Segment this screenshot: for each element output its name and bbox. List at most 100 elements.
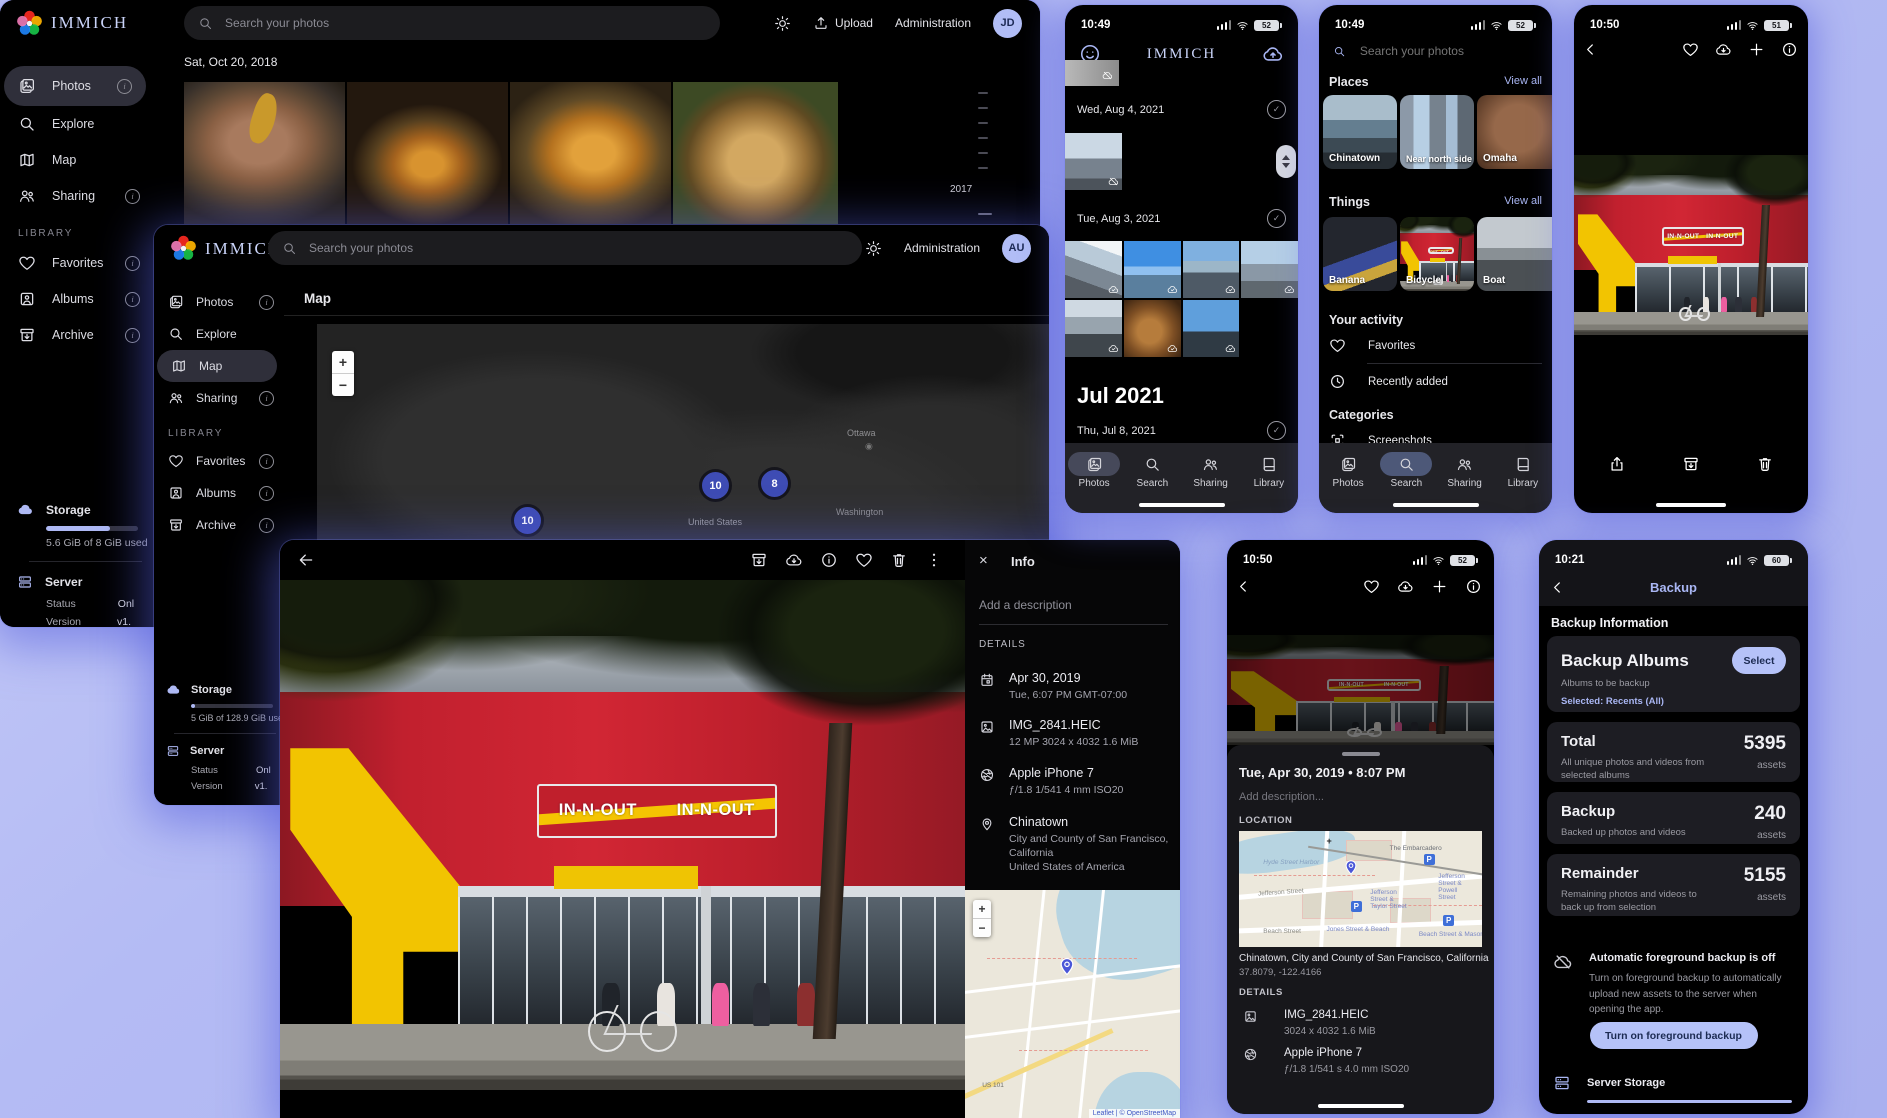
photo-in-n-out[interactable]: IN-N-OUTIN-N-OUT bbox=[1227, 635, 1494, 745]
photo-mushroom-basket[interactable] bbox=[673, 82, 838, 224]
photo-thumbnail[interactable] bbox=[1241, 241, 1298, 298]
info-icon[interactable]: i bbox=[117, 79, 132, 94]
activity-recent-item[interactable]: Recently added bbox=[1329, 373, 1448, 390]
sidebar-item-favorites[interactable]: Favoritesi bbox=[0, 245, 154, 281]
info-icon[interactable]: i bbox=[125, 189, 140, 204]
photo-thumbnail[interactable] bbox=[1183, 241, 1240, 298]
photo-thumbnail[interactable] bbox=[1124, 241, 1181, 298]
things-view-all-link[interactable]: View all bbox=[1504, 195, 1542, 207]
tab-library[interactable]: Library bbox=[1497, 452, 1549, 513]
info-button[interactable] bbox=[1781, 41, 1798, 58]
add-description-field[interactable]: Add a description bbox=[979, 598, 1072, 612]
info-icon[interactable]: i bbox=[259, 295, 274, 310]
close-icon[interactable]: × bbox=[979, 552, 988, 569]
sidebar-item-favorites[interactable]: Favoritesi bbox=[154, 445, 284, 477]
theme-toggle-button[interactable] bbox=[774, 15, 791, 32]
select-albums-button[interactable]: Select bbox=[1732, 647, 1786, 674]
back-button[interactable] bbox=[297, 551, 315, 569]
info-icon[interactable]: i bbox=[125, 328, 140, 343]
turn-on-foreground-backup-button[interactable]: Turn on foreground backup bbox=[1590, 1022, 1758, 1049]
backup-cloud-icon[interactable] bbox=[1262, 43, 1284, 65]
upload-button[interactable]: Upload bbox=[813, 15, 873, 31]
location-minimap[interactable]: US 101 + − Leaflet | © OpenStreetMap bbox=[965, 890, 1180, 1118]
download-button[interactable] bbox=[1397, 578, 1414, 595]
photo-mushroom-3[interactable] bbox=[510, 82, 671, 224]
info-icon[interactable]: i bbox=[259, 486, 274, 501]
photo-mushroom-2[interactable] bbox=[347, 82, 508, 224]
archive-button[interactable] bbox=[1682, 455, 1700, 473]
info-button[interactable] bbox=[820, 551, 838, 569]
theme-toggle-button[interactable] bbox=[865, 240, 882, 257]
map-cluster-marker[interactable]: 10 bbox=[699, 469, 732, 502]
tab-photos[interactable]: Photos bbox=[1068, 452, 1120, 513]
thing-card[interactable]: Banana bbox=[1323, 217, 1397, 291]
zoom-out-button[interactable]: − bbox=[973, 919, 991, 937]
sidebar-item-photos[interactable]: Photosi bbox=[154, 286, 284, 318]
activity-favorites-item[interactable]: Favorites bbox=[1329, 337, 1415, 354]
places-view-all-link[interactable]: View all bbox=[1504, 75, 1542, 87]
sidebar-item-sharing[interactable]: Sharingi bbox=[0, 178, 154, 214]
place-card[interactable]: Chinatown bbox=[1323, 95, 1397, 169]
share-button[interactable] bbox=[1608, 455, 1626, 473]
minimap-zoom-control[interactable]: + − bbox=[973, 900, 991, 937]
photo-in-n-out[interactable]: IN-N-OUTIN-N-OUT bbox=[1574, 155, 1808, 335]
download-button[interactable] bbox=[1715, 41, 1732, 58]
add-description-field[interactable]: Add description... bbox=[1239, 791, 1324, 803]
search-input[interactable] bbox=[223, 15, 684, 31]
photo-thumbnail[interactable] bbox=[1183, 300, 1240, 357]
delete-button[interactable] bbox=[890, 551, 908, 569]
photo-thumbnail[interactable] bbox=[1124, 300, 1181, 357]
map-zoom-control[interactable]: + − bbox=[332, 351, 354, 396]
back-button[interactable] bbox=[1235, 578, 1252, 595]
sidebar-item-photos[interactable]: Photosi bbox=[4, 66, 146, 106]
search-bar[interactable] bbox=[184, 6, 720, 40]
search-bar[interactable] bbox=[1333, 43, 1538, 59]
photo-thumbnail[interactable] bbox=[1065, 300, 1122, 357]
info-icon[interactable]: i bbox=[259, 391, 274, 406]
user-avatar[interactable]: JD bbox=[993, 9, 1022, 38]
photo-mushroom-1[interactable] bbox=[184, 82, 345, 224]
immich-logo[interactable]: IMMICH bbox=[170, 235, 282, 262]
tab-photos[interactable]: Photos bbox=[1322, 452, 1374, 513]
zoom-out-button[interactable]: − bbox=[332, 374, 354, 396]
search-input[interactable] bbox=[307, 240, 820, 256]
favorite-button[interactable] bbox=[855, 551, 873, 569]
place-card[interactable]: Near north side bbox=[1400, 95, 1474, 169]
sidebar-item-archive[interactable]: Archivei bbox=[154, 509, 284, 541]
thing-card[interactable]: Boat bbox=[1477, 217, 1552, 291]
sidebar-item-map[interactable]: Map bbox=[0, 142, 154, 178]
tab-library[interactable]: Library bbox=[1243, 452, 1295, 513]
scrollbar-handle[interactable] bbox=[1276, 145, 1296, 178]
info-icon[interactable]: i bbox=[125, 256, 140, 271]
photo-thumbnail[interactable] bbox=[1065, 133, 1122, 190]
immich-logo[interactable]: IMMICH bbox=[16, 10, 128, 37]
search-input[interactable] bbox=[1358, 43, 1538, 59]
info-button[interactable] bbox=[1465, 578, 1482, 595]
info-icon[interactable]: i bbox=[125, 292, 140, 307]
place-card[interactable]: Omaha bbox=[1477, 95, 1552, 169]
sidebar-item-albums[interactable]: Albumsi bbox=[0, 281, 154, 317]
select-all-checkbox[interactable]: ✓ bbox=[1267, 100, 1286, 119]
add-to-album-button[interactable] bbox=[1748, 41, 1765, 58]
add-to-album-button[interactable] bbox=[1431, 578, 1448, 595]
favorite-button[interactable] bbox=[1682, 41, 1699, 58]
zoom-in-button[interactable]: + bbox=[332, 351, 354, 374]
location-map[interactable]: + The Embarcadero Hyde Street Harbor Jef… bbox=[1239, 831, 1482, 947]
sidebar-item-explore[interactable]: Explore bbox=[0, 106, 154, 142]
map-cluster-marker[interactable]: 10 bbox=[511, 504, 544, 537]
archive-button[interactable] bbox=[750, 551, 768, 569]
download-button[interactable] bbox=[785, 551, 803, 569]
search-bar[interactable] bbox=[268, 231, 862, 265]
info-icon[interactable]: i bbox=[259, 454, 274, 469]
administration-link[interactable]: Administration bbox=[904, 241, 980, 255]
sidebar-item-albums[interactable]: Albumsi bbox=[154, 477, 284, 509]
photo-in-n-out[interactable]: IN-N-OUTIN-N-OUT bbox=[280, 580, 965, 1090]
back-button[interactable] bbox=[1582, 41, 1599, 58]
map-cluster-marker[interactable]: 8 bbox=[758, 467, 791, 500]
zoom-in-button[interactable]: + bbox=[973, 900, 991, 919]
thing-card[interactable]: IN-N-OUTIN-N-OUT Bicycle bbox=[1400, 217, 1474, 291]
sidebar-item-map[interactable]: Map bbox=[157, 350, 277, 382]
photo-thumbnail[interactable] bbox=[1065, 241, 1122, 298]
delete-button[interactable] bbox=[1756, 455, 1774, 473]
more-options-button[interactable] bbox=[925, 551, 943, 569]
